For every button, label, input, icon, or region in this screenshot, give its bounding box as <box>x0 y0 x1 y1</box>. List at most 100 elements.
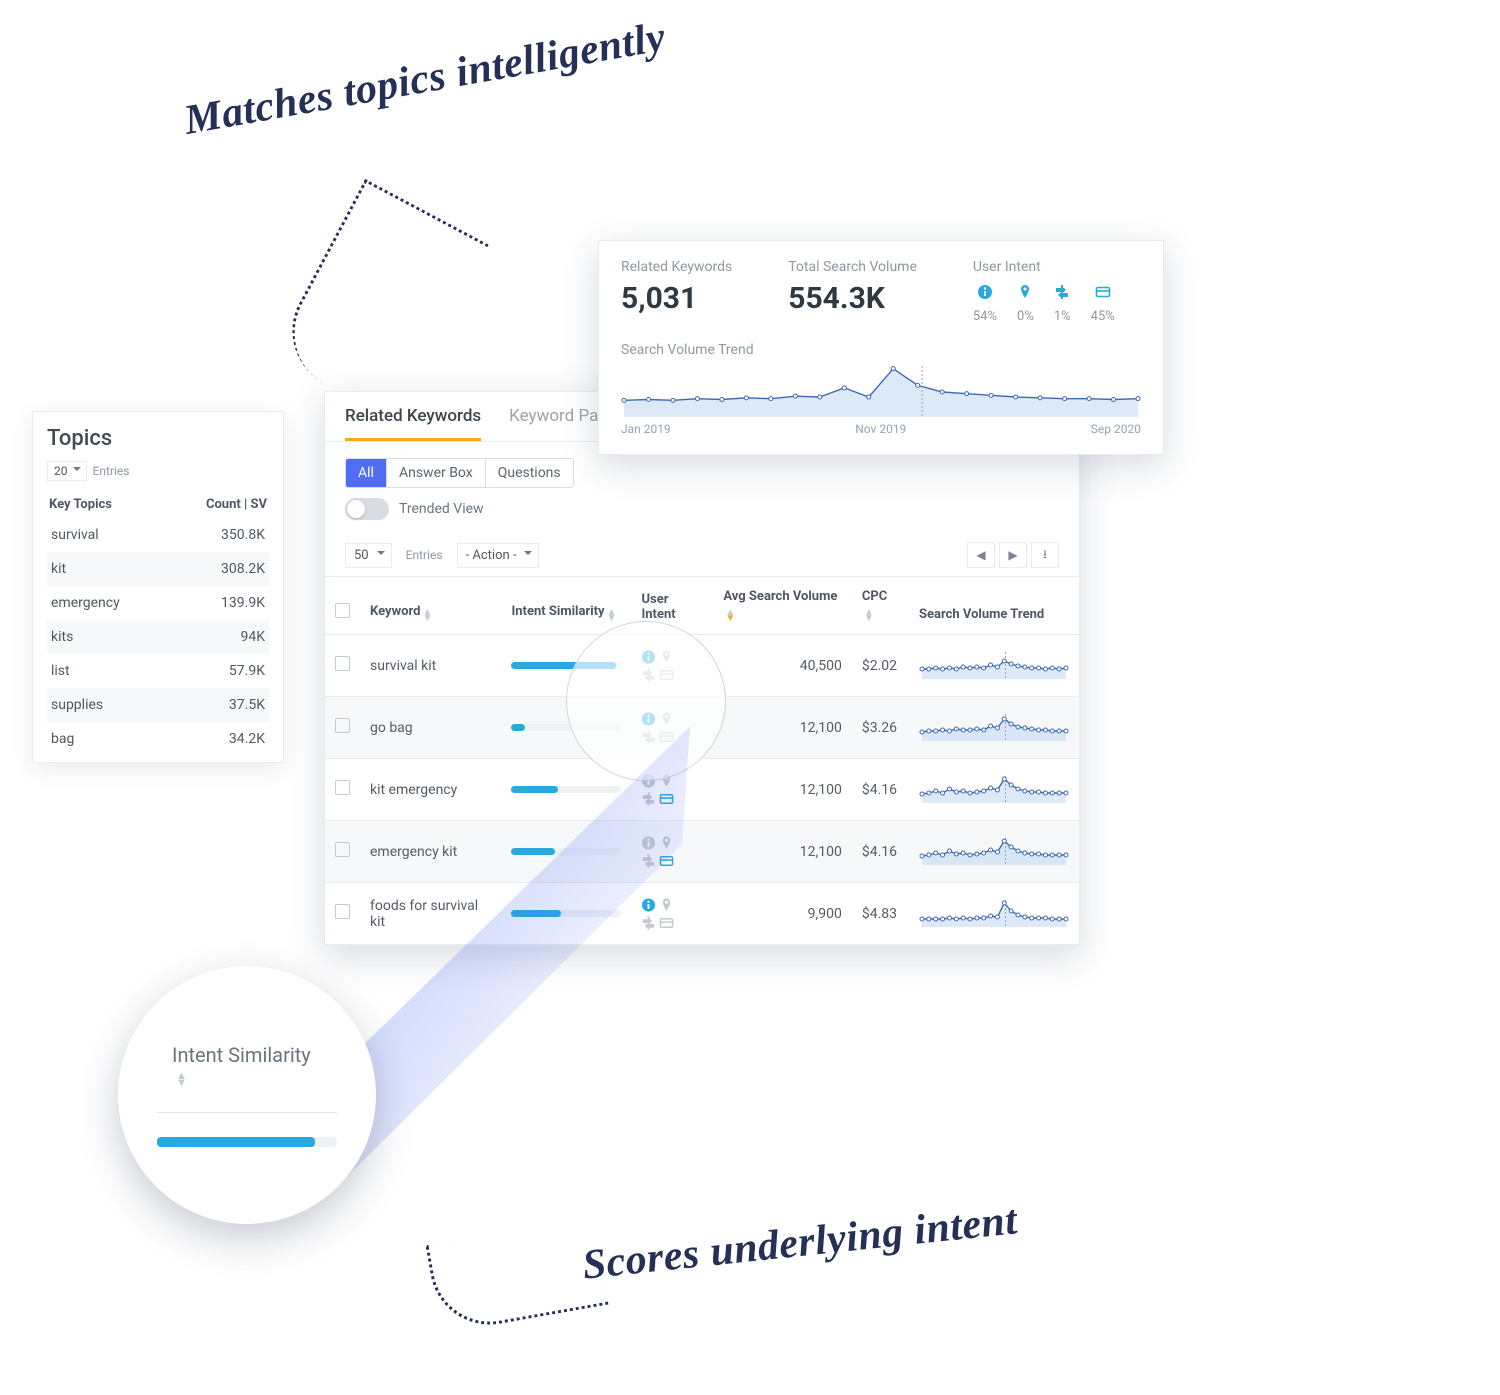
filter-pill-questions[interactable]: Questions <box>486 459 573 487</box>
info-icon <box>641 897 656 912</box>
row-sparkline <box>919 774 1069 806</box>
info-icon <box>973 281 997 303</box>
pin-icon <box>659 897 674 912</box>
pin-icon <box>659 835 674 850</box>
table-row: foods for survival kit 9,900 $4.83 <box>325 883 1079 945</box>
pager-next-button[interactable]: ▶ <box>999 542 1027 568</box>
info-icon <box>641 835 656 850</box>
action-select[interactable]: - Action - <box>457 543 540 568</box>
annotation-bottom-connector <box>425 1216 608 1334</box>
topics-card: Topics 20 Entries Key Topics Count | SV … <box>32 411 284 763</box>
annotation-top-connector <box>271 179 489 421</box>
keyword-cell[interactable]: emergency kit <box>360 821 501 883</box>
user-intent-pct: 0% <box>1017 309 1034 324</box>
summary-card: Related Keywords 5,031 Total Search Volu… <box>598 240 1164 455</box>
related-keywords-value: 5,031 <box>621 281 732 316</box>
topic-name: supplies <box>51 697 103 713</box>
col-keyword[interactable]: Keyword▲▼ <box>360 577 501 635</box>
topic-row[interactable]: list57.9K <box>47 654 269 688</box>
row-checkbox[interactable] <box>335 842 350 857</box>
card-icon <box>659 915 674 930</box>
topic-name: bag <box>51 731 74 747</box>
cpc-cell: $4.16 <box>852 759 909 821</box>
avg-search-volume-cell: 12,100 <box>713 821 852 883</box>
row-checkbox[interactable] <box>335 656 350 671</box>
rows-entries-select[interactable]: 50 <box>345 543 392 568</box>
user-intent-icons <box>641 897 677 930</box>
col-avg-search-volume[interactable]: Avg Search Volume▲▼ <box>713 577 852 635</box>
row-checkbox[interactable] <box>335 780 350 795</box>
card-icon <box>659 791 674 806</box>
avg-search-volume-cell: 12,100 <box>713 697 852 759</box>
topic-row[interactable]: supplies37.5K <box>47 688 269 722</box>
col-trend: Search Volume Trend <box>909 577 1079 635</box>
topics-entries-select[interactable]: 20 <box>47 461 87 481</box>
avg-search-volume-cell: 12,100 <box>713 759 852 821</box>
cpc-cell: $2.02 <box>852 635 909 697</box>
avg-search-volume-cell: 9,900 <box>713 883 852 945</box>
intent-similarity-bar <box>511 910 621 917</box>
trended-view-label: Trended View <box>399 501 484 517</box>
user-intent-pct: 1% <box>1054 309 1071 324</box>
topic-row[interactable]: survival 350.8K <box>47 518 269 552</box>
cpc-cell: $4.16 <box>852 821 909 883</box>
intent-similarity-bar <box>511 786 621 793</box>
user-intent-pct: 54% <box>973 309 997 324</box>
card-icon <box>659 853 674 868</box>
download-button[interactable]: ⭳ <box>1031 542 1059 568</box>
row-sparkline <box>919 712 1069 744</box>
topic-sv: 34.2K <box>229 731 265 747</box>
topic-sv: 308.2K <box>221 561 265 577</box>
table-row: kit emergency 12,100 $4.16 <box>325 759 1079 821</box>
pin-icon <box>1017 281 1034 303</box>
filter-pill-all[interactable]: All <box>346 459 387 487</box>
row-sparkline <box>919 650 1069 682</box>
keyword-cell[interactable]: go bag <box>360 697 501 759</box>
row-checkbox[interactable] <box>335 904 350 919</box>
topic-sv: 139.9K <box>221 595 265 611</box>
topic-row[interactable]: emergency 139.9K <box>47 586 269 620</box>
col-cpc[interactable]: CPC▲▼ <box>852 577 909 635</box>
signpost-icon <box>641 853 656 868</box>
select-all-checkbox[interactable] <box>335 603 350 618</box>
topic-name: kits <box>51 629 73 645</box>
topics-col-count-sv[interactable]: Count | SV <box>206 497 267 512</box>
trended-view-toggle[interactable] <box>345 498 389 520</box>
avg-search-volume-cell: 40,500 <box>713 635 852 697</box>
keyword-cell[interactable]: kit emergency <box>360 759 501 821</box>
rows-entries-label: Entries <box>406 548 443 562</box>
table-row: emergency kit 12,100 $4.16 <box>325 821 1079 883</box>
user-intent-icons <box>641 835 677 868</box>
cpc-cell: $4.83 <box>852 883 909 945</box>
topic-name: emergency <box>51 595 120 611</box>
keywords-table: Keyword▲▼ Intent Similarity▲▼ User Inten… <box>325 576 1079 945</box>
related-keywords-label: Related Keywords <box>621 259 732 275</box>
topic-row[interactable]: bag 34.2K <box>47 722 269 756</box>
topic-name: kit <box>51 561 66 577</box>
tab-keyword-pa[interactable]: Keyword Pa <box>509 406 598 441</box>
intent-similarity-bar <box>511 848 621 855</box>
filter-pill-answer-box[interactable]: Answer Box <box>387 459 486 487</box>
search-volume-trend-label: Search Volume Trend <box>621 342 1141 358</box>
pager-prev-button[interactable]: ◀ <box>967 542 995 568</box>
keyword-cell[interactable]: survival kit <box>360 635 501 697</box>
search-volume-trend-chart <box>621 364 1141 420</box>
annotation-bottom: Scores underlying intent <box>539 1195 1061 1293</box>
signpost-icon <box>641 915 656 930</box>
user-intent-label: User Intent <box>973 259 1141 275</box>
keyword-cell[interactable]: foods for survival kit <box>360 883 501 945</box>
topics-col-key[interactable]: Key Topics <box>49 497 112 512</box>
axis-tick: Nov 2019 <box>855 422 906 436</box>
total-search-volume-value: 554.3K <box>788 281 917 316</box>
tab-related-keywords[interactable]: Related Keywords <box>345 406 481 441</box>
total-search-volume-label: Total Search Volume <box>788 259 917 275</box>
topic-row[interactable]: kits94K <box>47 620 269 654</box>
topic-name: survival <box>51 527 99 543</box>
topic-row[interactable]: kit 308.2K <box>47 552 269 586</box>
row-sparkline <box>919 836 1069 868</box>
row-checkbox[interactable] <box>335 718 350 733</box>
user-intent-pct: 45% <box>1091 309 1115 324</box>
col-intent-similarity[interactable]: Intent Similarity▲▼ <box>501 577 631 635</box>
annotation-top: Matches topics intelligently <box>165 13 685 146</box>
topic-sv: 350.8K <box>221 527 265 543</box>
